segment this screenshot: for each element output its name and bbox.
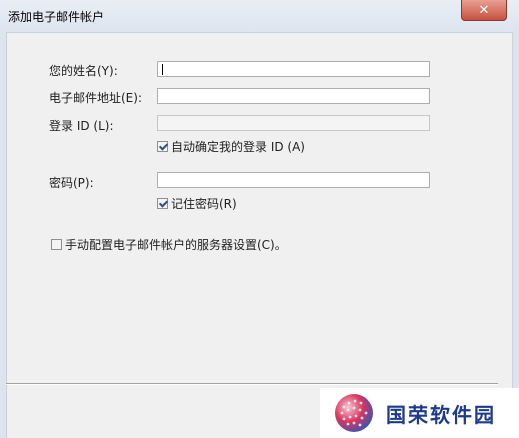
auto-login-checkbox[interactable] (157, 141, 168, 152)
close-icon: ✕ (478, 2, 490, 18)
window-right-edge (512, 32, 519, 438)
watermark: 国荣软件园 (320, 388, 519, 438)
login-id-input (157, 115, 430, 131)
title-bar: 添加电子邮件帐户 ✕ (0, 0, 519, 33)
password-input[interactable] (157, 172, 430, 188)
auto-login-option[interactable]: 自动确定我的登录 ID (A) (157, 138, 305, 155)
remember-password-option[interactable]: 记住密码(R) (157, 195, 237, 212)
close-button[interactable]: ✕ (461, 0, 507, 21)
login-id-label: 登录 ID (L): (49, 119, 114, 133)
manual-config-label: 手动配置电子邮件帐户的服务器设置(C)。 (65, 238, 287, 252)
name-input[interactable] (157, 61, 430, 77)
manual-config-option[interactable]: 手动配置电子邮件帐户的服务器设置(C)。 (51, 236, 287, 253)
remember-password-label: 记住密码(R) (171, 197, 237, 211)
bottom-separator (6, 383, 498, 385)
password-label: 密码(P): (49, 176, 94, 190)
globe-logo-icon (335, 394, 373, 432)
window-left-edge (0, 32, 7, 438)
remember-password-checkbox[interactable] (157, 198, 168, 209)
watermark-text: 国荣软件园 (386, 402, 496, 427)
name-label: 您的姓名(Y): (49, 64, 118, 78)
manual-config-checkbox[interactable] (51, 239, 62, 250)
email-label: 电子邮件地址(E): (49, 91, 142, 105)
text-caret (162, 64, 163, 75)
auto-login-label: 自动确定我的登录 ID (A) (171, 140, 305, 154)
email-input[interactable] (157, 88, 430, 104)
window-title: 添加电子邮件帐户 (8, 10, 105, 24)
